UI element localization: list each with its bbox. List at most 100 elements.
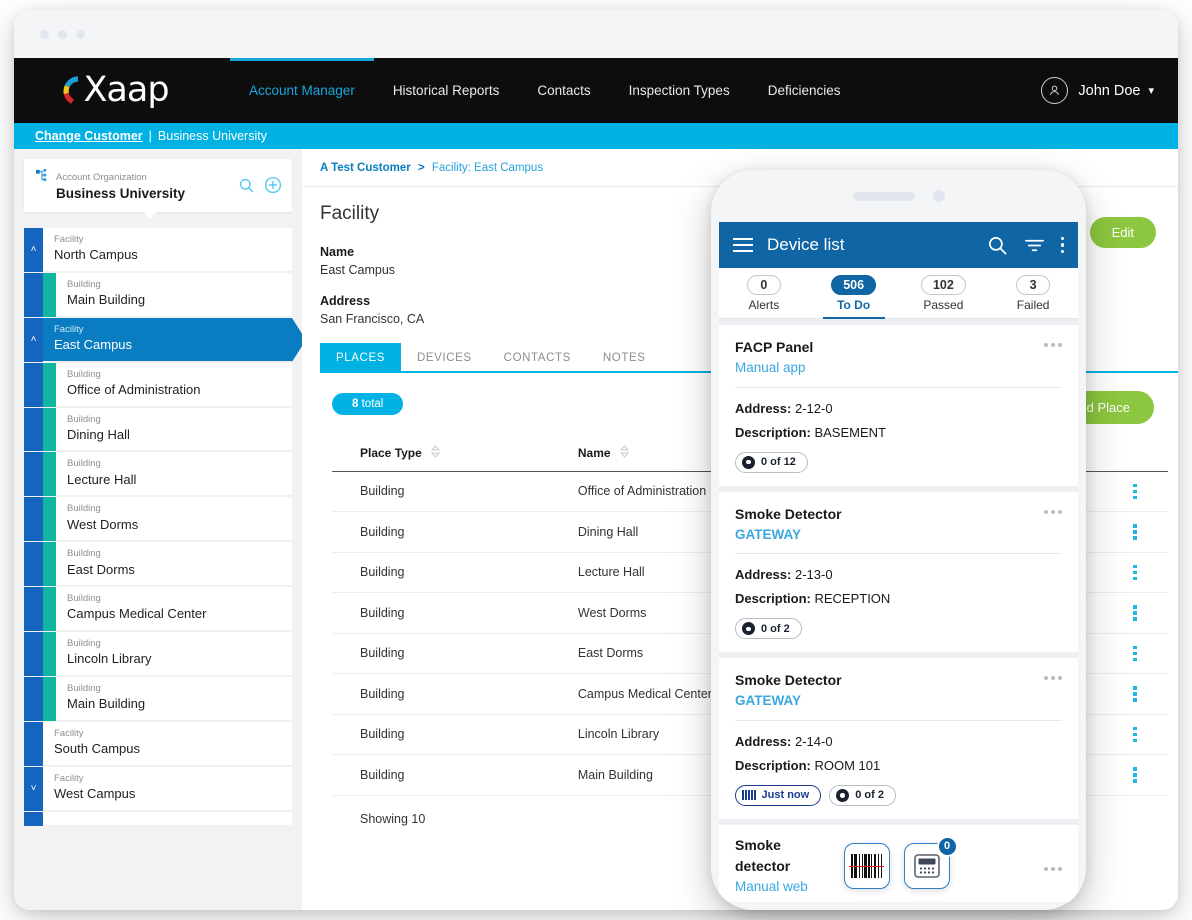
tree-node-type: Building [67,638,101,650]
keypad-badge: 0 [936,835,958,857]
tree-node-name: Campus Medical Center [67,606,207,622]
account-organization-card[interactable]: Account Organization Business University [24,159,292,219]
row-actions[interactable] [1102,633,1168,674]
description-label: Description: [735,591,811,607]
customer-bar: Change Customer | Business University [14,123,1178,149]
device-overflow-icon[interactable] [1044,861,1062,871]
tree-node-building-office-of-administration[interactable]: Building Office of Administration [24,362,292,407]
organization-icon [36,169,49,182]
tab-notes[interactable]: NOTES [587,343,662,371]
tree-indent [24,452,43,497]
tab-places[interactable]: PLACES [320,342,401,371]
device-address-row: Address: 2-14-0 [735,730,1062,754]
selected-node-arrow [292,317,302,362]
add-circle-icon[interactable] [264,176,282,194]
row-actions[interactable] [1102,592,1168,634]
window-dot-1[interactable] [40,29,49,39]
column-header-place-type[interactable]: Place Type [332,433,578,472]
window-dot-3[interactable] [76,29,85,39]
search-icon[interactable] [987,235,1008,256]
hamburger-icon[interactable] [733,237,753,253]
test-count-chip[interactable]: 0 of 2 [829,784,896,806]
device-subtitle[interactable]: GATEWAY [735,691,1044,711]
kebab-icon[interactable] [1060,236,1064,254]
device-overflow-icon[interactable] [1044,504,1062,514]
kebab-icon[interactable] [1102,564,1168,580]
kebab-icon[interactable] [1102,524,1168,540]
stat-passed[interactable]: 102 Passed [899,268,989,318]
tree-node-building-lecture-hall[interactable]: Building Lecture Hall [24,452,292,497]
row-actions[interactable] [1102,673,1168,715]
row-actions[interactable] [1102,714,1168,755]
nav-item-contacts[interactable]: Contacts [518,58,609,123]
tree-node-facility-south-campus[interactable]: Facility South Campus [24,721,292,766]
row-actions[interactable] [1102,471,1168,512]
kebab-icon[interactable] [1102,645,1168,661]
nav-item-historical-reports[interactable]: Historical Reports [374,58,519,123]
device-overflow-icon[interactable] [1044,670,1062,681]
search-icon[interactable] [238,177,255,194]
tree-node-partial[interactable] [24,811,292,826]
tree-node-name: Main Building [67,696,146,712]
tree-node-building-campus-medical-center[interactable]: Building Campus Medical Center [24,587,292,632]
tree-node-name: Dining Hall [67,426,130,442]
row-actions[interactable] [1102,754,1168,796]
row-actions[interactable] [1102,552,1168,593]
device-card-smoke-detector-2[interactable]: Smoke Detector GATEWAY Address: 2-14-0 D… [719,658,1078,819]
tree-node-type: Facility [54,234,84,245]
tree-node-name: Office of Administration [67,382,201,398]
device-subtitle[interactable]: Manual app [735,358,1044,378]
column-label: Place Type [360,445,422,460]
sort-icon[interactable] [619,444,630,461]
nav-item-inspection-types[interactable]: Inspection Types [610,58,749,123]
barcode-scanner-icon[interactable] [843,842,890,889]
tree-node-facility-east-campus[interactable]: ˄ Facility East Campus [24,317,302,362]
user-account-menu[interactable]: John Doe ▾ [1041,58,1154,123]
description-label: Description: [735,757,811,773]
tab-devices[interactable]: DEVICES [401,343,488,371]
device-overflow-icon[interactable] [1044,337,1062,347]
tree-node-building-main-building-east[interactable]: Building Main Building [24,676,292,721]
cell-place-type: Building [332,471,578,512]
device-subtitle[interactable]: Manual web [735,877,830,897]
filter-icon[interactable] [1024,235,1045,256]
kebab-icon[interactable] [1102,767,1168,783]
test-count-chip[interactable]: 0 of 12 [735,451,808,473]
sort-icon[interactable] [431,444,441,461]
edit-button[interactable]: Edit [1089,217,1156,248]
kebab-icon[interactable] [1102,686,1168,702]
device-card-smoke-detector-manual-web[interactable]: Smoke detector Manual web 0 [719,824,1078,902]
tree-node-building-lincoln-library[interactable]: Building Lincoln Library [24,632,292,676]
tree-node-building-east-dorms[interactable]: Building East Dorms [24,542,292,587]
logo[interactable]: Xaap [30,73,202,108]
kebab-icon[interactable] [1102,483,1168,499]
stat-failed[interactable]: 3 Failed [988,268,1078,318]
breadcrumb-current[interactable]: Facility: East Campus [432,162,543,174]
tab-contacts[interactable]: CONTACTS [488,343,587,371]
tree-node-facility-north-campus[interactable]: ˄ Facility North Campus [24,228,292,272]
keypad-icon[interactable]: 0 [903,835,958,889]
test-count-chip[interactable]: 0 of 2 [735,618,802,640]
nav-item-account-manager[interactable]: Account Manager [230,58,374,123]
organization-label: Account Organization [56,172,147,183]
tree-node-building-main-building-north[interactable]: Building Main Building [24,272,292,317]
tree-node-name: West Campus [54,786,136,802]
stat-todo[interactable]: 506 To Do [809,268,899,319]
kebab-icon[interactable] [1102,726,1168,742]
device-card-facp-panel[interactable]: FACP Panel Manual app Address: 2-12-0 De… [719,325,1078,486]
tree-node-building-dining-hall[interactable]: Building Dining Hall [24,407,292,452]
window-dot-2[interactable] [58,29,67,39]
tree-node-facility-west-campus[interactable]: ˅ Facility West Campus [24,766,292,811]
stat-alerts[interactable]: 0 Alerts [719,268,809,318]
building-bar [43,587,56,632]
change-customer-link[interactable]: Change Customer [35,129,143,143]
last-scan-chip[interactable]: Just now [735,784,822,806]
tree-node-building-west-dorms[interactable]: Building West Dorms [24,497,292,542]
kebab-icon[interactable] [1102,605,1168,621]
nav-item-deficiencies[interactable]: Deficiencies [749,58,860,123]
address-label: Address: [735,733,792,749]
device-subtitle[interactable]: GATEWAY [735,525,1044,545]
row-actions[interactable] [1102,511,1168,553]
device-card-smoke-detector-1[interactable]: Smoke Detector GATEWAY Address: 2-13-0 D… [719,491,1078,653]
breadcrumb-root[interactable]: A Test Customer [320,162,411,174]
